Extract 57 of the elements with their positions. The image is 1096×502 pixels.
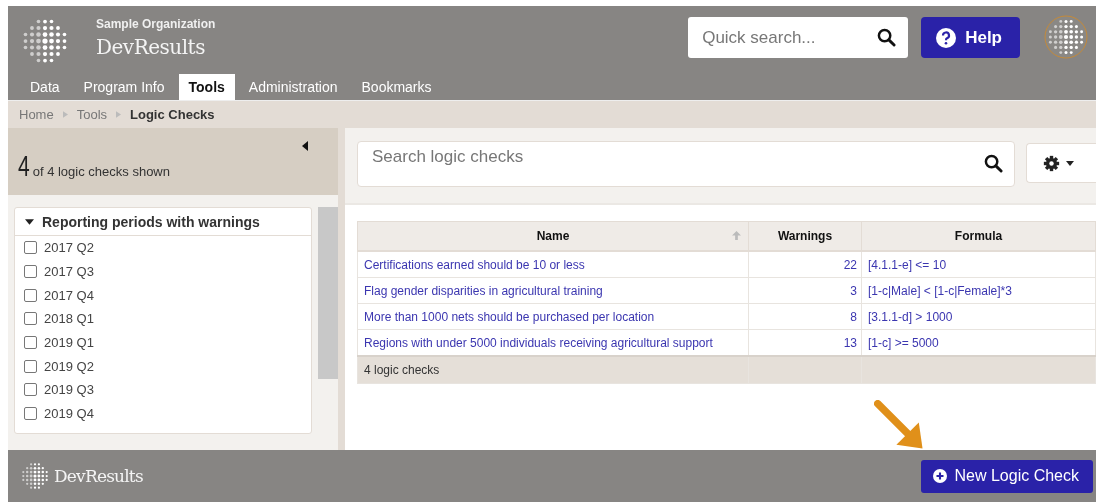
- breadcrumb-current: Logic Checks: [130, 107, 215, 122]
- nav-tab[interactable]: Tools: [178, 74, 235, 100]
- filter-header[interactable]: Reporting periods with warnings: [15, 208, 311, 236]
- footer-app-name: DevResults: [54, 466, 143, 486]
- checkbox[interactable]: [24, 241, 37, 255]
- settings-icon: [1043, 154, 1060, 172]
- period-label: 2017 Q2: [44, 240, 94, 256]
- table-footer-text: 4 logic checks: [364, 363, 440, 377]
- count-number: 4: [18, 149, 30, 183]
- chevron-icon: [116, 111, 122, 118]
- warning-count[interactable]: 3: [850, 283, 857, 298]
- new-logic-check-button[interactable]: New Logic Check: [920, 459, 1093, 493]
- search-icon: [877, 28, 897, 47]
- quick-search-field[interactable]: Quick search...: [688, 17, 909, 58]
- plus-circle-icon: [932, 469, 947, 483]
- nav-tab[interactable]: Administration: [238, 74, 348, 100]
- caret-icon: [1066, 160, 1074, 166]
- checkbox[interactable]: [24, 407, 37, 421]
- filter-title: Reporting periods with warnings: [42, 213, 260, 230]
- checkbox[interactable]: [24, 265, 37, 279]
- period-label: 2019 Q4: [44, 406, 94, 422]
- search-icon: [984, 154, 1003, 173]
- collapse-icon[interactable]: [302, 141, 308, 151]
- count-text: of 4 logic checks shown: [32, 164, 170, 179]
- warning-count[interactable]: 13: [843, 335, 857, 350]
- scrollbar-thumb[interactable]: [318, 207, 338, 379]
- help-button[interactable]: Help: [921, 17, 1020, 58]
- checkbox[interactable]: [24, 383, 37, 397]
- sort-arrow-icon: [732, 231, 741, 240]
- checkbox[interactable]: [24, 312, 37, 326]
- settings-button[interactable]: [1026, 143, 1096, 183]
- organization-name: Sample Organization: [96, 17, 216, 31]
- warning-count[interactable]: 22: [843, 257, 857, 272]
- nav-tab[interactable]: Data: [20, 74, 70, 100]
- period-label: 2017 Q3: [44, 264, 94, 280]
- formula-link[interactable]: [1-c] >= 5000: [868, 335, 939, 350]
- checkbox[interactable]: [24, 359, 37, 373]
- column-header[interactable]: Name: [357, 221, 749, 251]
- period-label: 2019 Q3: [44, 382, 94, 398]
- period-label: 2017 Q4: [44, 287, 94, 303]
- question-icon: [936, 27, 957, 48]
- column-header[interactable]: Formula: [861, 221, 1096, 251]
- warning-count[interactable]: 8: [850, 309, 857, 324]
- checkbox[interactable]: [24, 288, 37, 302]
- avatar-icon[interactable]: [1044, 15, 1088, 59]
- logo-icon: [20, 461, 50, 491]
- period-label: 2019 Q2: [44, 358, 94, 374]
- checkbox[interactable]: [24, 336, 37, 350]
- column-header[interactable]: Warnings: [748, 221, 862, 251]
- nav-tab[interactable]: Bookmarks: [351, 74, 442, 100]
- formula-link[interactable]: [4.1.1-e] <= 10: [868, 257, 947, 272]
- app-name: DevResults: [96, 35, 206, 59]
- period-label: 2019 Q1: [44, 335, 94, 351]
- search-field[interactable]: Search logic checks: [357, 141, 1015, 187]
- period-label: 2018 Q1: [44, 311, 94, 327]
- chevron-icon: [62, 111, 68, 118]
- nav-tab[interactable]: Program Info: [73, 74, 175, 100]
